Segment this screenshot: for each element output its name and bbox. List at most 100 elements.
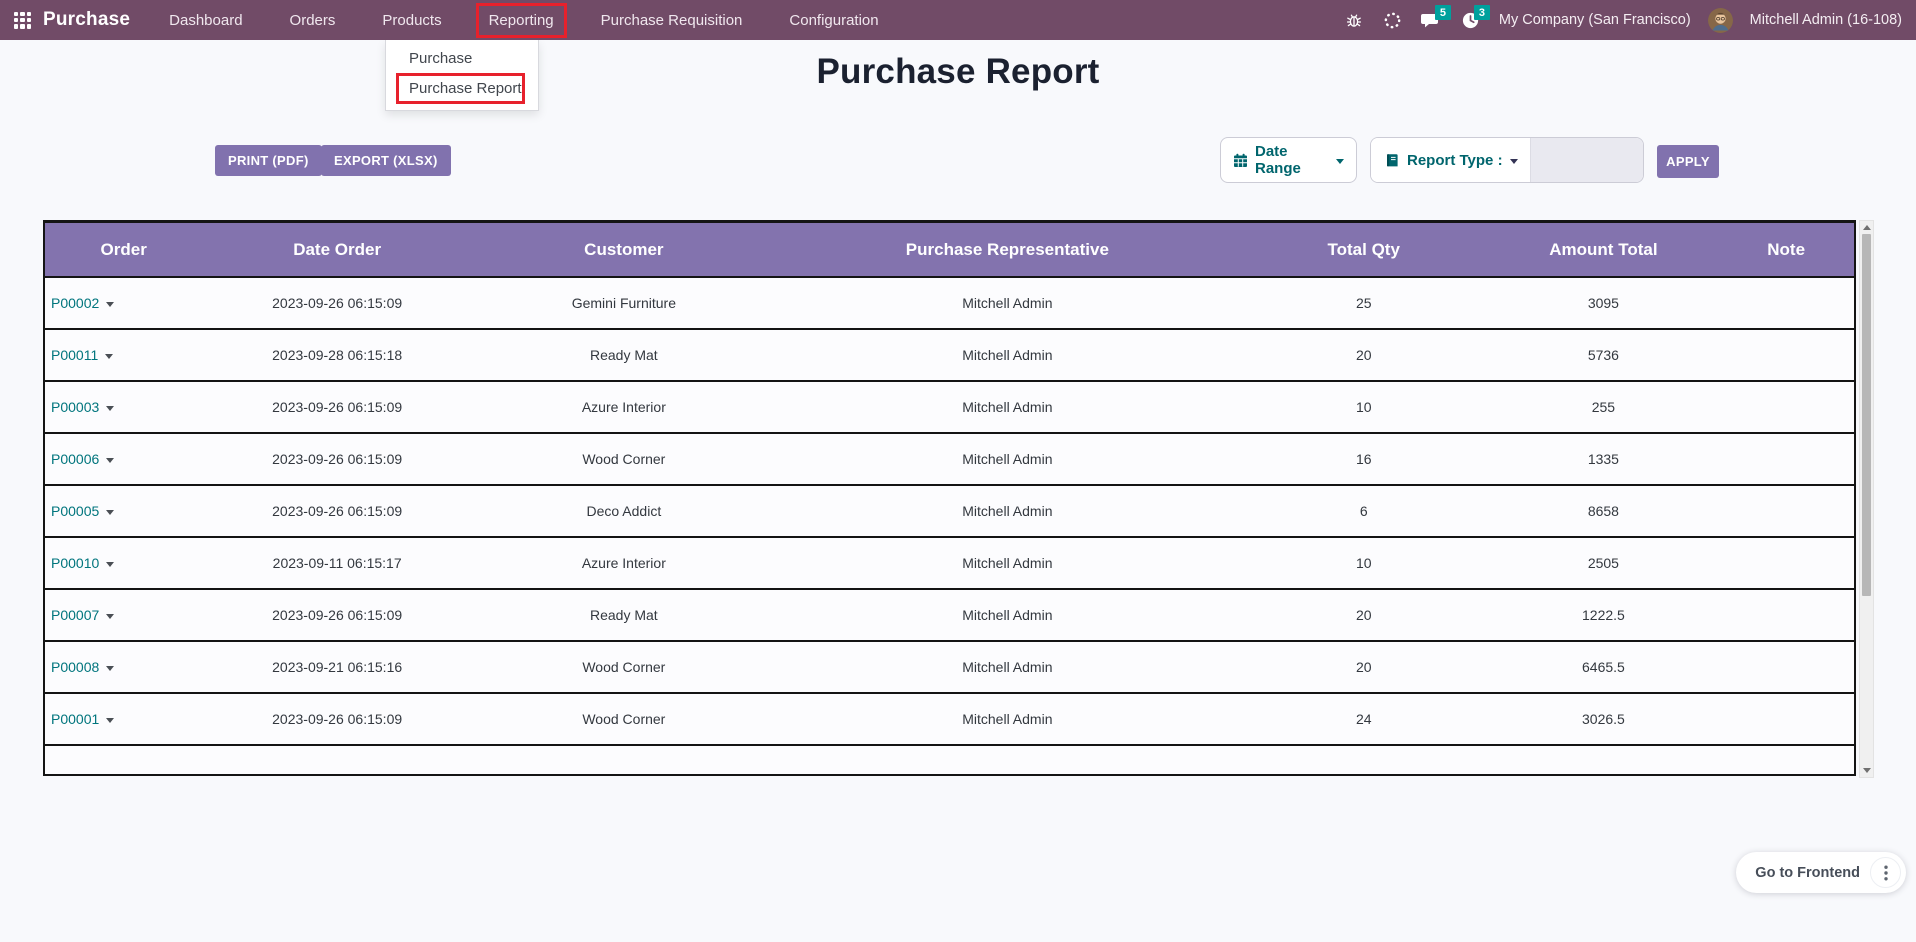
dropdown-item-purchase-report[interactable]: Purchase Report [396, 73, 525, 104]
cell-date-order: 2023-09-26 06:15:09 [202, 485, 472, 537]
cell-purchase-representative: Mitchell Admin [776, 433, 1239, 485]
cell-customer: Gemini Furniture [472, 277, 776, 329]
cell-purchase-representative: Mitchell Admin [776, 329, 1239, 381]
kebab-menu-button[interactable] [1870, 857, 1901, 888]
cell-date-order: 2023-09-21 06:15:16 [202, 641, 472, 693]
order-link[interactable]: P00008 [51, 659, 99, 675]
cell-customer: Azure Interior [472, 537, 776, 589]
print-pdf-button[interactable]: PRINT (PDF) [215, 145, 322, 176]
nav-item-purchase-requisition[interactable]: Purchase Requisition [592, 7, 752, 34]
clock-icon[interactable]: 3 [1460, 9, 1482, 31]
order-caret-icon[interactable] [106, 562, 114, 567]
bug-icon[interactable] [1343, 9, 1365, 31]
calendar-icon [1233, 153, 1248, 168]
date-range-label: Date Range [1255, 143, 1329, 177]
cell-note [1718, 381, 1854, 433]
table-row: P00010 2023-09-11 06:15:17 Azure Interio… [45, 537, 1854, 589]
order-caret-icon[interactable] [106, 718, 114, 723]
column-header-customer: Customer [472, 223, 776, 277]
nav-item-configuration[interactable]: Configuration [780, 7, 887, 34]
order-caret-icon[interactable] [106, 666, 114, 671]
column-header-purchase-representative: Purchase Representative [776, 223, 1239, 277]
dropdown-item-purchase[interactable]: Purchase [386, 46, 538, 71]
scroll-down-arrow-icon[interactable] [1863, 768, 1871, 773]
cell-date-order: 2023-09-26 06:15:09 [202, 433, 472, 485]
scrollbar-thumb[interactable] [1862, 234, 1871, 596]
table-header-row: OrderDate OrderCustomerPurchase Represen… [45, 223, 1854, 277]
column-header-date-order: Date Order [202, 223, 472, 277]
order-caret-icon[interactable] [106, 510, 114, 515]
user-menu[interactable]: Mitchell Admin (16-108) [1750, 12, 1902, 28]
order-link[interactable]: P00006 [51, 451, 99, 467]
nav-item-products[interactable]: Products [373, 7, 450, 34]
order-link[interactable]: P00002 [51, 295, 99, 311]
order-link[interactable]: P00001 [51, 711, 99, 727]
nav-item-dashboard[interactable]: Dashboard [160, 7, 251, 34]
cell-note [1718, 641, 1854, 693]
report-table: OrderDate OrderCustomerPurchase Represen… [45, 223, 1854, 776]
cell-customer: Azure Interior [472, 381, 776, 433]
spinner-icon[interactable] [1382, 9, 1404, 31]
cell-customer: Ready Mat [472, 329, 776, 381]
caret-down-icon [1510, 159, 1518, 164]
order-link[interactable]: P00011 [51, 347, 98, 363]
table-scrollbar[interactable] [1859, 220, 1874, 778]
cell-date-order: 2023-09-28 06:15:18 [202, 329, 472, 381]
caret-down-icon [1336, 159, 1344, 164]
table-row: P00006 2023-09-26 06:15:09 Wood Corner M… [45, 433, 1854, 485]
apply-button[interactable]: APPLY [1657, 145, 1719, 178]
cell-note [1718, 485, 1854, 537]
cell-total-qty: 20 [1239, 641, 1489, 693]
date-range-dropdown[interactable]: Date Range [1220, 137, 1357, 183]
company-switcher[interactable]: My Company (San Francisco) [1499, 12, 1691, 28]
order-caret-icon[interactable] [105, 354, 113, 359]
activities-badge: 3 [1474, 5, 1490, 20]
cell-date-order: 2023-09-11 06:15:17 [202, 537, 472, 589]
table-row: P00008 2023-09-21 06:15:16 Wood Corner M… [45, 641, 1854, 693]
cell-note [1718, 433, 1854, 485]
chat-icon[interactable]: 5 [1421, 9, 1443, 31]
order-caret-icon[interactable] [106, 302, 114, 307]
cell-note [1718, 277, 1854, 329]
cell-amount-total: 5736 [1489, 329, 1719, 381]
order-link[interactable]: P00010 [51, 555, 99, 571]
report-type-dropdown[interactable]: Report Type : [1371, 138, 1530, 182]
cell-purchase-representative: Mitchell Admin [776, 693, 1239, 745]
table-row-partial [45, 745, 1854, 776]
order-caret-icon[interactable] [106, 614, 114, 619]
order-link[interactable]: P00007 [51, 607, 99, 623]
table-row: P00003 2023-09-26 06:15:09 Azure Interio… [45, 381, 1854, 433]
cell-total-qty: 10 [1239, 537, 1489, 589]
app-brand[interactable]: Purchase [43, 9, 130, 31]
cell-purchase-representative: Mitchell Admin [776, 381, 1239, 433]
cell-date-order: 2023-09-26 06:15:09 [202, 277, 472, 329]
order-link[interactable]: P00003 [51, 399, 99, 415]
reporting-dropdown-menu: PurchasePurchase Report [385, 40, 539, 111]
cell-date-order: 2023-09-26 06:15:09 [202, 381, 472, 433]
messages-badge: 5 [1435, 5, 1451, 20]
nav-item-orders[interactable]: Orders [281, 7, 345, 34]
page-title: Purchase Report [0, 52, 1916, 92]
cell-amount-total: 3026.5 [1489, 693, 1719, 745]
cell-amount-total: 2505 [1489, 537, 1719, 589]
avatar[interactable] [1708, 8, 1733, 33]
cell-total-qty: 6 [1239, 485, 1489, 537]
nav-item-reporting[interactable]: Reporting [480, 7, 563, 34]
go-to-frontend-button[interactable]: Go to Frontend [1755, 865, 1860, 881]
report-type-label: Report Type : [1407, 152, 1503, 169]
cell-total-qty: 20 [1239, 589, 1489, 641]
order-caret-icon[interactable] [106, 406, 114, 411]
column-header-note: Note [1718, 223, 1854, 277]
cell-total-qty: 20 [1239, 329, 1489, 381]
cell-purchase-representative: Mitchell Admin [776, 485, 1239, 537]
export-xlsx-button[interactable]: EXPORT (XLSX) [321, 145, 451, 176]
order-link[interactable]: P00005 [51, 503, 99, 519]
report-type-group: Report Type : [1370, 137, 1644, 183]
apps-grid-icon[interactable] [14, 12, 31, 29]
column-header-order: Order [45, 223, 202, 277]
column-header-total-qty: Total Qty [1239, 223, 1489, 277]
order-caret-icon[interactable] [106, 458, 114, 463]
scroll-up-arrow-icon[interactable] [1863, 225, 1871, 230]
nav-menu: Dashboard Orders Products Reporting Purchase… [160, 0, 887, 40]
report-type-value-field[interactable] [1530, 138, 1643, 182]
